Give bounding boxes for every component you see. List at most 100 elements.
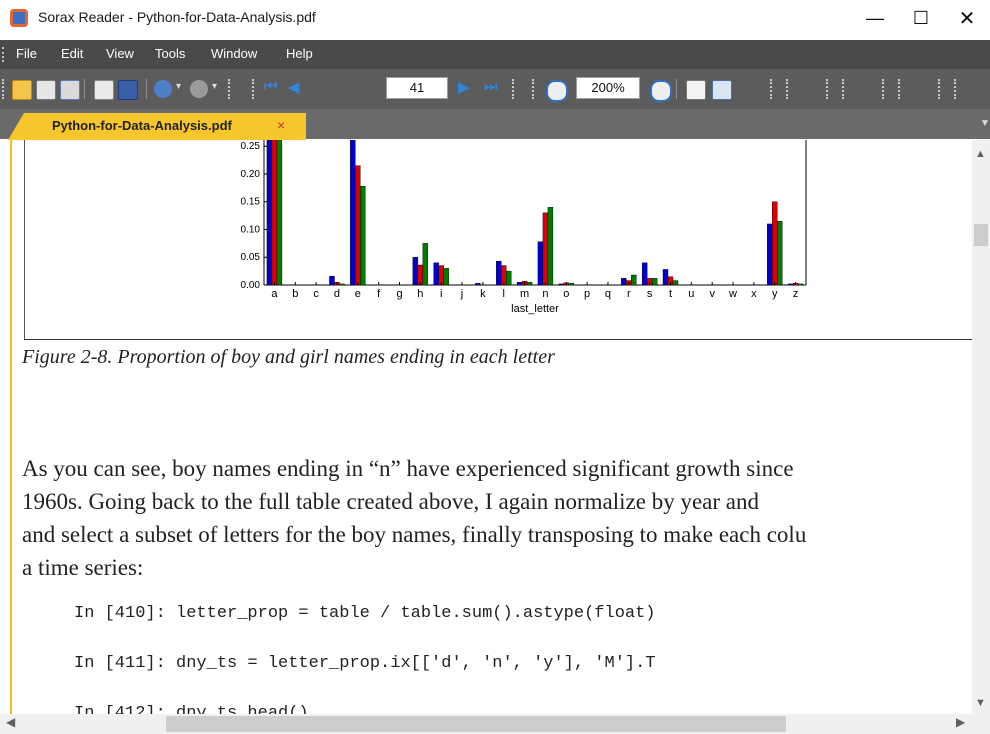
x-tick-label: k [480, 288, 486, 300]
window-title: Sorax Reader - Python-for-Data-Analysis.… [38, 9, 316, 25]
tab-close-icon[interactable]: × [277, 117, 285, 133]
bar [266, 140, 273, 286]
zoom-level-input[interactable]: 200% [576, 77, 640, 99]
fit-page-icon[interactable] [686, 80, 706, 100]
redo-icon[interactable] [190, 80, 208, 98]
undo-dropdown-icon[interactable]: ▾ [176, 81, 181, 92]
bar-chart: 0.00 0.05 0.10 0.15 0.20 0.25 a b c d e f g h i j k l m n o p… [241, 140, 807, 315]
toolbar-grip[interactable] [228, 79, 234, 99]
bar [767, 223, 773, 286]
bar [662, 269, 669, 286]
prev-page-icon[interactable]: ◀ [288, 78, 300, 96]
x-tick-label: v [709, 288, 715, 300]
bar [422, 243, 429, 286]
menu-grip[interactable] [2, 47, 7, 62]
vertical-scroll-thumb[interactable] [974, 224, 988, 246]
bar [621, 278, 627, 286]
x-tick-label: j [460, 288, 463, 300]
x-tick-label: t [669, 288, 672, 300]
x-tick-label: u [688, 288, 694, 300]
bar [271, 140, 278, 286]
copy-icon[interactable] [94, 80, 114, 100]
bar [568, 283, 574, 286]
x-tick-label: z [793, 288, 799, 300]
y-tick-label: 0.20 [241, 169, 261, 180]
bar [558, 283, 564, 286]
last-page-icon[interactable]: ⏭ [484, 78, 498, 95]
zoom-out-icon[interactable] [650, 80, 672, 102]
toolbar-grip[interactable] [882, 79, 888, 99]
print-preview-icon[interactable] [60, 80, 80, 100]
toolbar-grip[interactable] [512, 79, 518, 99]
toolbar-grip[interactable] [842, 79, 848, 99]
redo-dropdown-icon[interactable]: ▾ [212, 81, 217, 92]
toolbar: ▾ ▾ ⏮ ◀ 41 ▶ ⏭ 200% [0, 69, 990, 109]
bar [506, 270, 512, 286]
first-page-icon[interactable]: ⏮ [264, 78, 278, 95]
menu-window[interactable]: Window [211, 46, 257, 61]
y-tick-label: 0.10 [241, 224, 261, 235]
toolbar-grip[interactable] [532, 79, 538, 99]
scroll-up-icon[interactable]: ▲ [975, 148, 986, 160]
close-button[interactable]: ✕ [944, 0, 990, 36]
minimize-button[interactable]: — [852, 0, 898, 36]
toolbar-grip[interactable] [2, 79, 8, 99]
maximize-button[interactable]: ☐ [898, 0, 944, 36]
toolbar-grip[interactable] [770, 79, 776, 99]
zoom-in-icon[interactable] [546, 80, 568, 102]
x-tick-label: h [417, 288, 423, 300]
toolbar-grip[interactable] [898, 79, 904, 99]
menu-help[interactable]: Help [286, 46, 313, 61]
undo-icon[interactable] [154, 80, 172, 98]
x-tick-label: w [728, 288, 737, 300]
menu-view[interactable]: View [106, 46, 134, 61]
toolbar-grip[interactable] [826, 79, 832, 99]
bar [475, 283, 481, 286]
document-view[interactable]: 0.00 0.05 0.10 0.15 0.20 0.25 a b c d e f g h i j k l m n o p… [10, 140, 974, 714]
menu-tools[interactable]: Tools [155, 46, 185, 61]
x-tick-label: e [355, 288, 361, 300]
bar [797, 283, 804, 286]
page-number-input[interactable]: 41 [386, 77, 448, 99]
bar [772, 201, 778, 286]
bar [433, 262, 439, 286]
y-tick-label: 0.00 [241, 280, 261, 291]
scroll-right-icon[interactable]: ▶ [956, 715, 965, 729]
open-icon[interactable] [12, 80, 32, 100]
code-line-411: In [411]: dny_ts = letter_prop.ix[['d', … [74, 654, 656, 673]
next-page-icon[interactable]: ▶ [458, 78, 470, 96]
toolbar-separator [676, 79, 677, 99]
paragraph-line-1: As you can see, boy names ending in “n” … [22, 456, 794, 481]
x-tick-label: g [396, 288, 402, 300]
tab-label: Python-for-Data-Analysis.pdf [52, 118, 232, 133]
toolbar-grip[interactable] [786, 79, 792, 99]
bar [276, 140, 283, 286]
paragraph-line-4: a time series: [22, 555, 144, 580]
bar [516, 282, 523, 286]
menu-edit[interactable]: Edit [61, 46, 83, 61]
bar [526, 282, 533, 286]
print-icon[interactable] [36, 80, 56, 100]
bar [672, 280, 679, 286]
toolbar-grip[interactable] [252, 79, 258, 99]
x-tick-label: d [334, 288, 340, 300]
scroll-left-icon[interactable]: ◀ [6, 715, 15, 729]
x-tick-label: f [377, 288, 381, 300]
toolbar-grip[interactable] [938, 79, 944, 99]
horizontal-scroll-thumb[interactable] [166, 716, 786, 732]
tab-list-dropdown-icon[interactable]: ▼ [980, 118, 990, 129]
x-tick-label: p [584, 288, 590, 300]
x-tick-label: m [520, 288, 529, 300]
fit-width-icon[interactable] [712, 80, 732, 100]
bar [777, 220, 783, 286]
x-tick-label: a [271, 288, 278, 300]
bar [537, 241, 544, 286]
y-tick-label: 0.25 [241, 141, 261, 152]
bar [651, 278, 658, 286]
bar [787, 283, 794, 286]
toolbar-grip[interactable] [954, 79, 960, 99]
menu-file[interactable]: File [16, 46, 37, 61]
scroll-down-icon[interactable]: ▼ [975, 697, 986, 709]
x-tick-label: y [772, 288, 778, 300]
find-icon[interactable] [118, 80, 138, 100]
